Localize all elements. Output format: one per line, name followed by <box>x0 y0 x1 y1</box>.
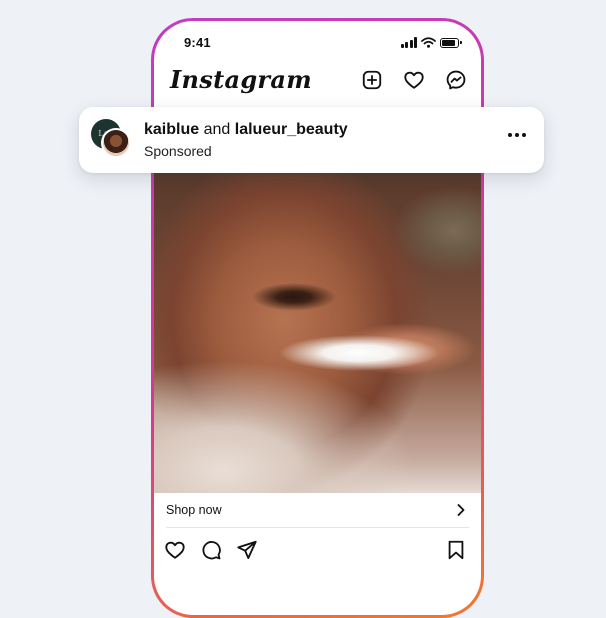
account-name-brand[interactable]: lalueur_beauty <box>235 121 348 138</box>
post-media[interactable] <box>154 171 481 493</box>
comment-icon[interactable] <box>200 539 222 561</box>
like-icon[interactable] <box>164 539 186 561</box>
status-bar: 9:41 <box>180 35 462 53</box>
account-connector: and <box>203 121 231 138</box>
account-names: kaiblue and lalueur_beauty <box>144 121 348 139</box>
shop-now-label: Shop now <box>166 503 222 517</box>
more-icon[interactable] <box>508 133 526 137</box>
header-actions <box>361 69 467 91</box>
wifi-icon <box>421 37 436 48</box>
shop-now-row[interactable]: Shop now <box>166 501 469 528</box>
sponsored-account-card[interactable]: LaL kaiblue and lalueur_beauty Sponsored <box>79 107 544 173</box>
instagram-logo: Instagram <box>170 65 312 94</box>
signal-icon <box>400 37 417 48</box>
bookmark-icon[interactable] <box>445 539 467 561</box>
messenger-icon[interactable] <box>445 69 467 91</box>
status-icons <box>400 37 462 48</box>
account-name-creator[interactable]: kaiblue <box>144 121 199 138</box>
sponsored-label: Sponsored <box>144 143 212 159</box>
share-icon[interactable] <box>236 539 258 561</box>
chevron-right-icon <box>457 504 465 516</box>
heart-icon[interactable] <box>403 69 425 91</box>
post-actions <box>164 539 467 563</box>
new-post-icon[interactable] <box>361 69 383 91</box>
battery-icon <box>440 37 462 48</box>
creator-avatar[interactable] <box>101 128 131 158</box>
status-time: 9:41 <box>184 35 211 50</box>
app-header: Instagram <box>168 65 467 99</box>
